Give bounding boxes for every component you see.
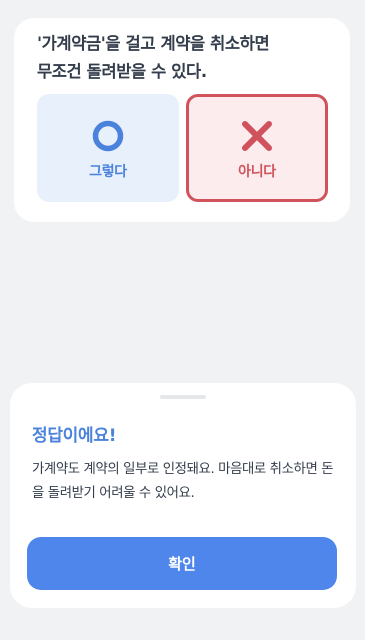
result-title: 정답이에요! [32, 426, 117, 446]
circle-o-icon [92, 120, 124, 152]
result-explanation: 가계약도 계약의 일부로 인정돼요. 마음대로 취소하면 돈을 돌려받기 어려울… [32, 462, 334, 501]
x-mark-icon [242, 121, 272, 151]
answer-yes-button[interactable]: 그렇다 [37, 94, 179, 202]
answer-no-button[interactable]: 아니다 [186, 94, 328, 202]
result-bottom-sheet: 정답이에요! 가계약도 계약의 일부로 인정돼요. 마음대로 취소하면 돈을 돌… [10, 383, 356, 608]
sheet-grabber[interactable] [160, 395, 206, 399]
answer-no-label: 아니다 [238, 164, 276, 180]
quiz-screen: '가계약금'을 걸고 계약을 취소하면 무조건 돌려받을 수 있다. 그렇다 아… [0, 0, 365, 640]
quiz-card: '가계약금'을 걸고 계약을 취소하면 무조건 돌려받을 수 있다. 그렇다 아… [14, 18, 350, 222]
quiz-question: '가계약금'을 걸고 계약을 취소하면 무조건 돌려받을 수 있다. [37, 34, 270, 81]
confirm-button[interactable]: 확인 [27, 537, 337, 590]
answer-yes-label: 그렇다 [89, 164, 127, 180]
